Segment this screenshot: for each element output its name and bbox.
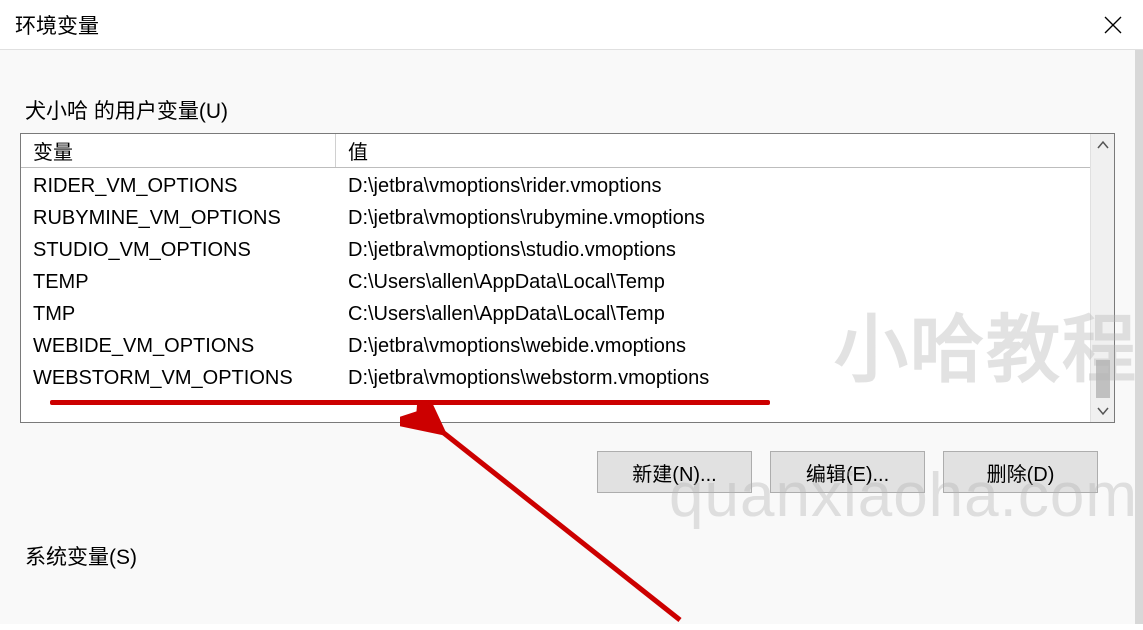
table-body: RIDER_VM_OPTIONS D:\jetbra\vmoptions\rid… [21,168,1090,396]
var-name: RUBYMINE_VM_OPTIONS [21,207,336,230]
system-vars-label: 系统变量(S) [25,541,1123,571]
scroll-down-icon[interactable] [1096,404,1110,418]
column-header-value[interactable]: 值 [336,136,1090,165]
var-value: C:\Users\allen\AppData\Local\Temp [336,303,1090,326]
table-row[interactable]: TMP C:\Users\allen\AppData\Local\Temp [21,298,1090,330]
button-row: 新建(N)... 编辑(E)... 删除(D) [20,451,1123,493]
scroll-thumb[interactable] [1096,360,1110,398]
edit-button[interactable]: 编辑(E)... [770,451,925,493]
var-value: C:\Users\allen\AppData\Local\Temp [336,271,1090,294]
annotation-underline [50,400,770,405]
column-header-name[interactable]: 变量 [21,134,336,167]
var-name: WEBIDE_VM_OPTIONS [21,335,336,358]
delete-button[interactable]: 删除(D) [943,451,1098,493]
table-row[interactable]: WEBSTORM_VM_OPTIONS D:\jetbra\vmoptions\… [21,362,1090,394]
var-value: D:\jetbra\vmoptions\webstorm.vmoptions [336,367,1090,390]
var-name: RIDER_VM_OPTIONS [21,175,336,198]
table-row[interactable]: TEMP C:\Users\allen\AppData\Local\Temp [21,266,1090,298]
table-row[interactable]: STUDIO_VM_OPTIONS D:\jetbra\vmoptions\st… [21,234,1090,266]
table-row[interactable]: RUBYMINE_VM_OPTIONS D:\jetbra\vmoptions\… [21,202,1090,234]
var-value: D:\jetbra\vmoptions\rubymine.vmoptions [336,207,1090,230]
table-header: 变量 值 [21,134,1090,168]
close-button[interactable] [1098,10,1128,40]
user-vars-label: 犬小哈 的用户变量(U) [25,95,1123,125]
table-row[interactable]: RIDER_VM_OPTIONS D:\jetbra\vmoptions\rid… [21,170,1090,202]
scrollbar[interactable] [1090,134,1114,422]
new-button[interactable]: 新建(N)... [597,451,752,493]
user-vars-table: 变量 值 RIDER_VM_OPTIONS D:\jetbra\vmoption… [20,133,1115,423]
var-name: STUDIO_VM_OPTIONS [21,239,336,262]
var-value: D:\jetbra\vmoptions\webide.vmoptions [336,335,1090,358]
content-area: 犬小哈 的用户变量(U) 变量 值 RIDER_VM_OPTIONS D:\je… [0,50,1143,624]
var-value: D:\jetbra\vmoptions\rider.vmoptions [336,175,1090,198]
var-name: TMP [21,303,336,326]
table-row[interactable]: WEBIDE_VM_OPTIONS D:\jetbra\vmoptions\we… [21,330,1090,362]
var-name: TEMP [21,271,336,294]
var-name: WEBSTORM_VM_OPTIONS [21,367,336,390]
scroll-up-icon[interactable] [1096,138,1110,152]
right-shadow [1135,50,1143,624]
var-value: D:\jetbra\vmoptions\studio.vmoptions [336,239,1090,262]
titlebar: 环境变量 [0,0,1143,50]
window-title: 环境变量 [15,10,99,40]
close-icon [1104,16,1122,34]
